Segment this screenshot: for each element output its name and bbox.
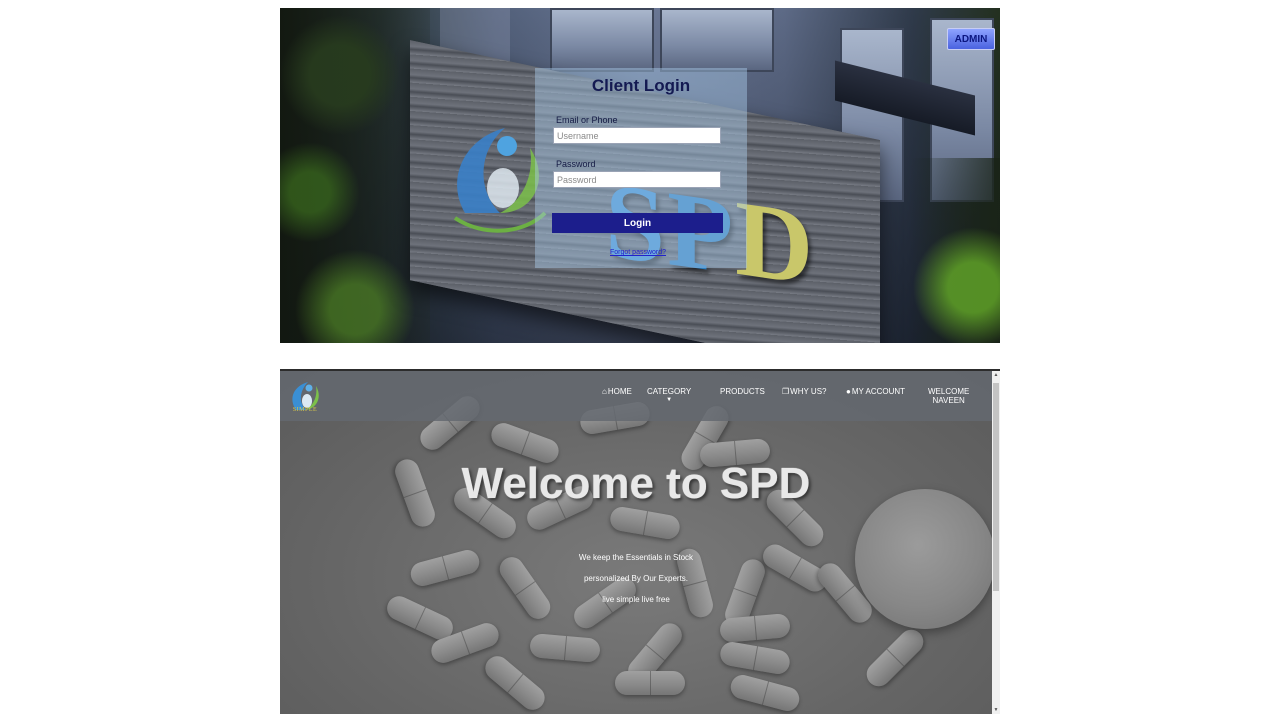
nav-products-label: PRODUCTS [720, 387, 765, 396]
spd-home-screenshot: SIMPLE ⌂HOME CATEGORY ▼ PRODUCTS ❐WHY US?… [280, 369, 1000, 714]
tree-foliage [280, 8, 430, 343]
capsule-image [495, 552, 555, 624]
login-button[interactable]: Login [552, 213, 723, 233]
scrollbar[interactable]: ▲ ▼ [992, 371, 1000, 714]
building-window [660, 8, 774, 72]
hero-line-2: personalized By Our Experts. [583, 574, 689, 583]
admin-button[interactable]: ADMIN [947, 28, 995, 50]
pills-background [280, 371, 992, 714]
nav-my-account[interactable]: ●MY ACCOUNT [846, 387, 905, 396]
password-label: Password [556, 159, 596, 169]
capsule-image [861, 624, 929, 692]
nav-category[interactable]: CATEGORY ▼ [647, 387, 691, 403]
nav-why-us-label: WHY US? [790, 387, 827, 396]
capsule-image [608, 505, 682, 541]
hero-line-3: live simple live free [602, 595, 670, 604]
nav-my-account-label: MY ACCOUNT [851, 387, 906, 396]
hero-title: Welcome to SPD [461, 459, 811, 508]
email-label: Email or Phone [556, 115, 618, 125]
capsule-image [728, 672, 802, 714]
login-card: Client Login Email or Phone Password Log… [535, 68, 747, 268]
nav-category-label: CATEGORY [647, 387, 692, 396]
building-window [550, 8, 654, 72]
client-login-screenshot: SPD ADMIN Client Login Email or Phone Pa… [280, 8, 1000, 343]
hero-line-1: We keep the Essentials in Stock [578, 553, 694, 562]
username-input[interactable] [553, 127, 721, 144]
password-input[interactable] [553, 171, 721, 188]
capsule-image [529, 632, 601, 664]
navbar: SIMPLE ⌂HOME CATEGORY ▼ PRODUCTS ❐WHY US?… [280, 371, 992, 421]
nav-products[interactable]: PRODUCTS [720, 387, 765, 396]
nav-home-label: HOME [607, 387, 632, 396]
forgot-password-link[interactable]: Forgot password? [610, 249, 666, 256]
tree-foliage [910, 158, 1000, 343]
capsule-image [719, 612, 791, 644]
caret-down-icon: ▼ [666, 397, 673, 403]
scroll-up-icon[interactable]: ▲ [992, 372, 1000, 378]
nav-why-us[interactable]: ❐WHY US? [782, 387, 826, 396]
login-title: Client Login [591, 76, 691, 95]
home-icon: ⌂ [602, 387, 607, 396]
copy-icon: ❐ [782, 387, 790, 396]
user-icon: ● [846, 387, 851, 396]
welcome-line-2: NAVEEN [932, 396, 965, 405]
brand-name: SIMPLE [292, 407, 318, 413]
capsule-image [718, 640, 792, 676]
capsule-image [480, 651, 550, 714]
welcome-line-1: WELCOME [928, 387, 970, 396]
nav-home[interactable]: ⌂HOME [602, 387, 632, 396]
capsule-image [615, 671, 685, 695]
scroll-down-icon[interactable]: ▼ [992, 707, 1000, 713]
nav-welcome-user[interactable]: WELCOME NAVEEN [928, 387, 969, 405]
scroll-thumb[interactable] [993, 383, 999, 591]
